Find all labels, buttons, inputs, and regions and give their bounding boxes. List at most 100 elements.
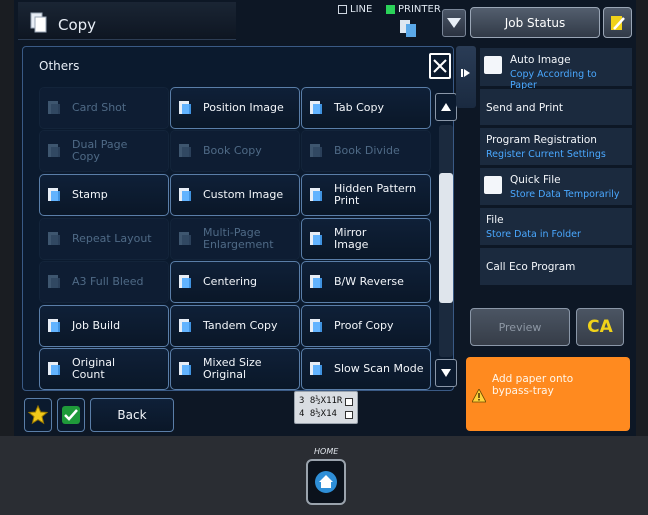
confirm-button[interactable] — [57, 398, 85, 432]
others-panel-title: Others — [39, 59, 80, 73]
job-status-button[interactable]: Job Status — [470, 7, 600, 38]
function-button-label: A3 Full Bleed — [72, 275, 144, 288]
star-icon — [28, 405, 48, 425]
scrollbar-thumb[interactable] — [439, 173, 453, 303]
function-button-label: Hidden Pattern Print — [334, 182, 417, 207]
function-button-label: Tab Copy — [334, 101, 385, 114]
action-panel-item[interactable]: Quick File Store Data Temporarily — [480, 168, 632, 206]
bw-reverse-icon — [310, 275, 322, 288]
others-panel: Others Card Shot Position Image Tab Copy Du… — [22, 46, 457, 391]
centering-icon — [179, 275, 191, 288]
action-panel-item[interactable]: Call Eco Program — [480, 248, 632, 286]
action-panel-toggle[interactable] — [456, 46, 476, 108]
action-panel-item[interactable]: File Store Data in Folder — [480, 208, 632, 246]
mixed-size-icon — [179, 362, 191, 375]
dual-page-copy-icon — [48, 144, 60, 157]
home-button[interactable] — [306, 459, 346, 505]
action-panel-item[interactable]: Auto Image Copy According to Paper — [480, 48, 632, 91]
action-title: Call Eco Program — [486, 261, 576, 273]
tandem-copy-icon — [179, 319, 191, 332]
function-button-label: Original Count — [72, 356, 116, 381]
action-panel-item[interactable]: Send and Print — [480, 89, 632, 126]
warning-icon — [472, 389, 486, 403]
function-button[interactable]: Stamp — [39, 174, 169, 216]
function-button[interactable]: Slow Scan Mode — [301, 348, 431, 390]
action-subtitle: Register Current Settings — [486, 149, 606, 160]
action-subtitle: Store Data in Folder — [486, 229, 581, 240]
checkbox-icon[interactable] — [484, 56, 502, 74]
line-status: LINE — [338, 4, 372, 15]
back-button[interactable]: Back — [90, 398, 174, 432]
document-edit-button[interactable] — [603, 7, 632, 38]
function-button-label: B/W Reverse — [334, 275, 404, 288]
function-button-label: Mirror Image — [334, 226, 369, 251]
printer-job-icon — [400, 20, 416, 37]
function-button-label: Job Build — [72, 319, 121, 332]
function-button-label: Custom Image — [203, 188, 284, 201]
function-button-label: Book Divide — [334, 144, 400, 157]
panel-collapse-icon — [461, 69, 470, 77]
tray-3-level-icon — [345, 397, 353, 406]
action-subtitle: Copy According to Paper — [510, 69, 597, 91]
tab-copy-icon — [310, 101, 322, 114]
stamp-icon — [48, 188, 60, 201]
preview-button[interactable]: Preview — [470, 308, 570, 346]
card-shot-icon — [48, 101, 60, 114]
function-button[interactable]: Job Build — [39, 305, 169, 347]
mirror-image-icon — [310, 232, 322, 245]
mode-title-bar: Copy — [18, 2, 236, 40]
line-indicator-icon — [338, 5, 347, 14]
home-icon — [315, 471, 337, 493]
function-button[interactable]: Mixed Size Original — [170, 348, 300, 390]
scroll-down-button[interactable] — [435, 359, 457, 387]
tray-4-level-icon — [345, 410, 353, 419]
action-title: Quick File — [510, 174, 561, 186]
close-panel-button[interactable] — [429, 53, 451, 79]
clear-all-button[interactable]: CA — [576, 308, 624, 346]
touch-screen: Copy LINE PRINTER Job Status Others Card… — [14, 0, 636, 436]
function-button: A3 Full Bleed — [39, 261, 169, 303]
function-button: Multi-Page Enlargement — [170, 218, 300, 260]
action-title: File — [486, 214, 504, 226]
function-button[interactable]: Hidden Pattern Print — [301, 174, 431, 216]
function-button[interactable]: Centering — [170, 261, 300, 303]
function-button: Book Copy — [170, 130, 300, 172]
function-button: Card Shot — [39, 87, 169, 129]
function-button[interactable]: Original Count — [39, 348, 169, 390]
favorite-button[interactable] — [24, 398, 52, 432]
printer-indicator-icon — [386, 5, 395, 14]
book-copy-icon — [179, 144, 191, 157]
function-button[interactable]: Custom Image — [170, 174, 300, 216]
proof-copy-icon — [310, 319, 322, 332]
status-dropdown-button[interactable] — [442, 9, 466, 37]
function-button[interactable]: B/W Reverse — [301, 261, 431, 303]
pencil-icon — [610, 15, 625, 30]
printer-status: PRINTER — [386, 4, 441, 15]
function-button: Book Divide — [301, 130, 431, 172]
function-button-label: Stamp — [72, 188, 108, 201]
function-button-label: Multi-Page Enlargement — [203, 226, 274, 251]
function-button-label: Tandem Copy — [203, 319, 278, 332]
scroll-up-button[interactable] — [435, 93, 457, 121]
paper-tray-indicator: 3 8½X11R 4 8½X14 — [294, 391, 358, 424]
function-button[interactable]: Proof Copy — [301, 305, 431, 347]
function-button[interactable]: Tandem Copy — [170, 305, 300, 347]
printer-label: PRINTER — [398, 4, 441, 15]
function-button[interactable]: Position Image — [170, 87, 300, 129]
function-button[interactable]: Tab Copy — [301, 87, 431, 129]
hidden-pattern-icon — [310, 188, 322, 201]
checkbox-icon[interactable] — [484, 176, 502, 194]
tray-4-size: 4 8½X14 — [299, 409, 337, 419]
function-button[interactable]: Mirror Image — [301, 218, 431, 260]
book-divide-icon — [310, 144, 322, 157]
function-button-label: Position Image — [203, 101, 284, 114]
function-button-label: Repeat Layout — [72, 232, 152, 245]
alert-message: Add paper onto bypass-tray — [492, 373, 574, 397]
action-title: Program Registration — [486, 134, 597, 146]
action-panel-item[interactable]: Program Registration Register Current Set… — [480, 128, 632, 166]
function-button: Repeat Layout — [39, 218, 169, 260]
home-label: HOME — [314, 447, 339, 456]
original-count-icon — [48, 362, 60, 375]
paper-alert[interactable]: Add paper onto bypass-tray — [466, 357, 630, 431]
custom-image-icon — [179, 188, 191, 201]
